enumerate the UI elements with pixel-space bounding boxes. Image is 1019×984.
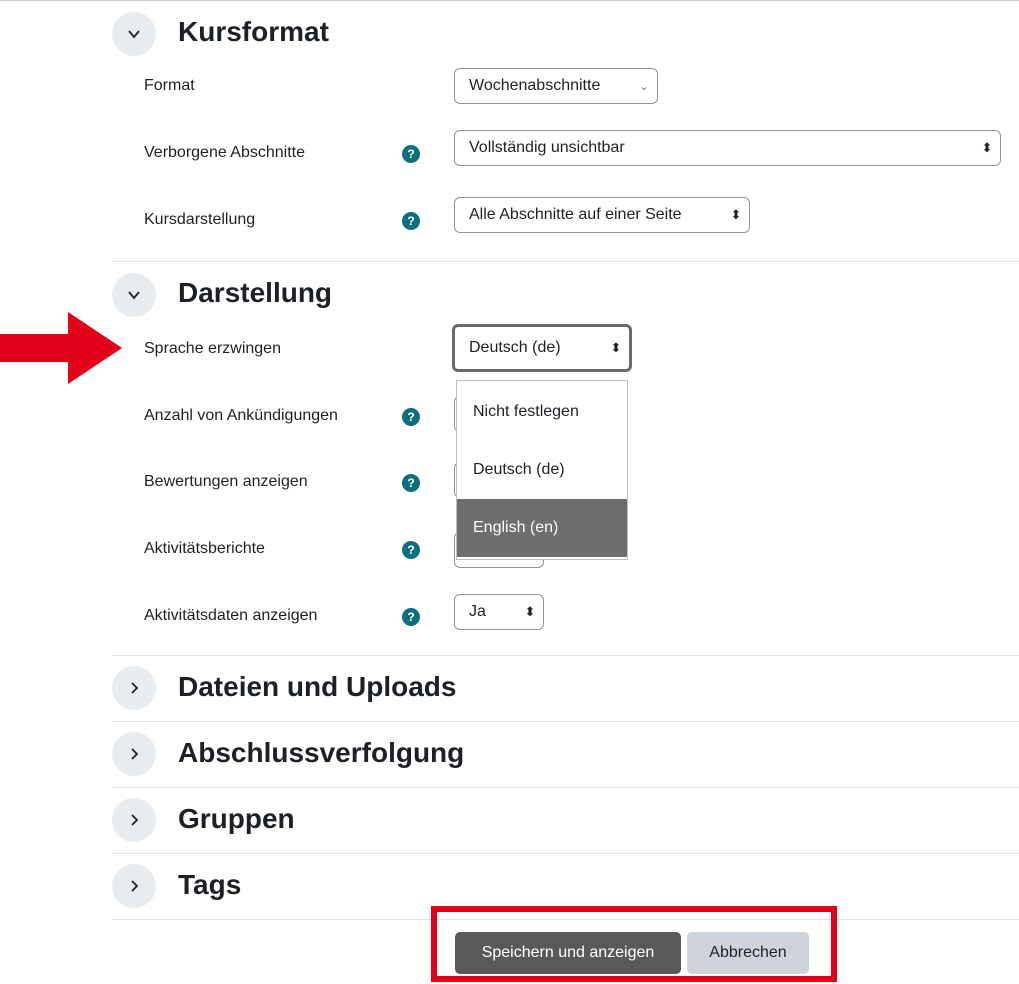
section-divider xyxy=(112,655,1019,656)
section-title: Kursformat xyxy=(178,16,329,47)
format-value: Wochenabschnitte xyxy=(469,77,601,94)
section-title: Abschlussverfolgung xyxy=(178,737,465,768)
ankuendigungen-label: Anzahl von Ankündigungen xyxy=(144,407,338,424)
sprache-value: Deutsch (de) xyxy=(469,339,561,356)
chevron-right-icon[interactable] xyxy=(112,666,156,710)
section-gruppen[interactable]: Gruppen xyxy=(112,790,1019,850)
sprache-label: Sprache erzwingen xyxy=(144,340,281,357)
section-divider xyxy=(112,261,1019,262)
help-icon[interactable]: ? xyxy=(402,408,420,426)
help-icon[interactable]: ? xyxy=(402,608,420,626)
aktivitaetsdaten-value: Ja xyxy=(469,603,486,620)
language-dropdown-list: Nicht festlegen Deutsch (de) English (en… xyxy=(456,380,628,560)
dropdown-option[interactable]: Deutsch (de) xyxy=(457,441,627,499)
bewertungen-label: Bewertungen anzeigen xyxy=(144,473,308,490)
verborgene-value: Vollständig unsichtbar xyxy=(469,139,625,156)
section-title: Darstellung xyxy=(178,277,333,308)
kursdarstellung-value: Alle Abschnitte auf einer Seite xyxy=(469,206,682,223)
red-arrow-annotation-icon xyxy=(0,312,122,384)
cancel-button[interactable]: Abbrechen xyxy=(687,932,809,974)
help-icon[interactable]: ? xyxy=(402,212,420,230)
section-divider xyxy=(112,721,1019,722)
help-icon[interactable]: ? xyxy=(402,541,420,559)
chevron-right-icon[interactable] xyxy=(112,864,156,908)
chevron-right-icon[interactable] xyxy=(112,798,156,842)
section-darstellung[interactable]: Darstellung xyxy=(112,263,1019,323)
section-divider xyxy=(112,853,1019,854)
save-and-display-button[interactable]: Speichern und anzeigen xyxy=(455,932,681,974)
aktivitaetsdaten-select[interactable]: Ja ⬍ xyxy=(454,594,544,630)
section-divider xyxy=(112,787,1019,788)
updown-icon: ⬍ xyxy=(730,207,742,222)
chevron-right-icon[interactable] xyxy=(112,732,156,776)
dropdown-option-highlighted[interactable]: English (en) xyxy=(457,499,627,557)
section-dateien[interactable]: Dateien und Uploads xyxy=(112,658,1019,718)
sprache-select[interactable]: Deutsch (de) ⬍ xyxy=(452,324,632,372)
help-icon[interactable]: ? xyxy=(402,474,420,492)
kursdarstellung-label: Kursdarstellung xyxy=(144,211,256,228)
section-abschluss[interactable]: Abschlussverfolgung xyxy=(112,724,1019,784)
kursdarstellung-select[interactable]: Alle Abschnitte auf einer Seite ⬍ xyxy=(454,197,750,233)
aktivitaetsdaten-label: Aktivitätsdaten anzeigen xyxy=(144,607,318,624)
chevron-down-icon[interactable] xyxy=(112,273,156,317)
chevron-down-icon: ⌄ xyxy=(639,80,649,93)
format-label: Format xyxy=(144,77,195,94)
section-kursformat[interactable]: Kursformat xyxy=(112,2,1019,62)
section-title: Gruppen xyxy=(178,803,295,834)
verborgene-label: Verborgene Abschnitte xyxy=(144,144,306,161)
format-select[interactable]: Wochenabschnitte ⌄ xyxy=(454,68,658,104)
verborgene-select[interactable]: Vollständig unsichtbar ⬍ xyxy=(454,130,1001,166)
section-title: Dateien und Uploads xyxy=(178,671,457,702)
updown-icon: ⬍ xyxy=(610,340,622,355)
help-icon[interactable]: ? xyxy=(402,145,420,163)
chevron-down-icon[interactable] xyxy=(112,12,156,56)
dropdown-option[interactable]: Nicht festlegen xyxy=(457,383,627,441)
aktivitaetsberichte-label: Aktivitätsberichte xyxy=(144,540,265,557)
updown-icon: ⬍ xyxy=(524,604,536,619)
top-border xyxy=(0,0,1019,1)
section-title: Tags xyxy=(178,869,242,900)
updown-icon: ⬍ xyxy=(981,140,993,155)
